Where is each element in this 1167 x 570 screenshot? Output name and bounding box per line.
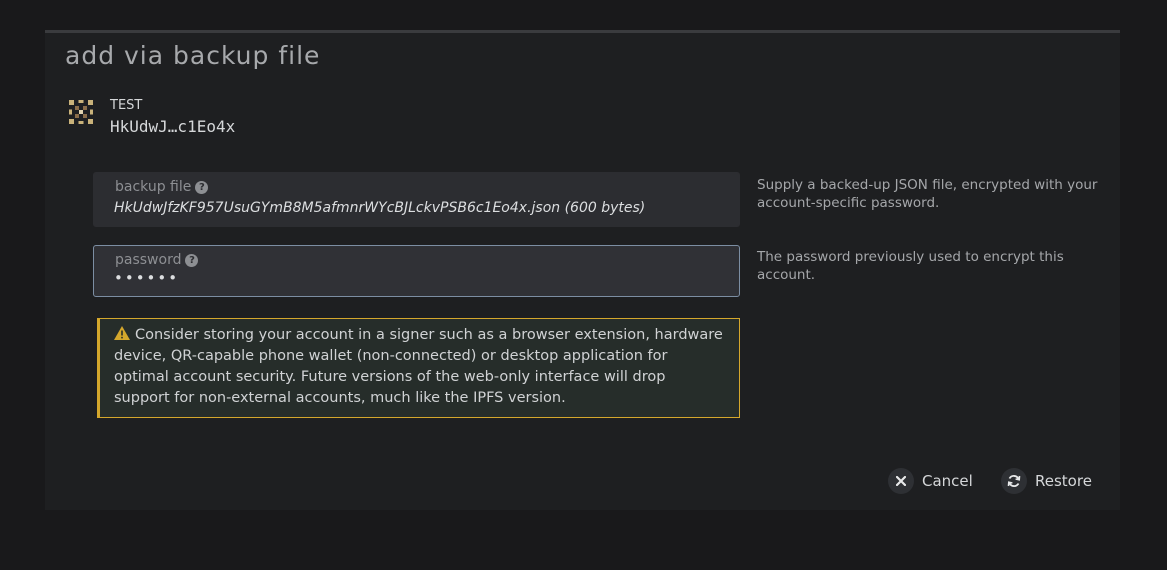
account-display: TEST HkUdwJ…c1Eo4x <box>67 96 235 136</box>
password-input[interactable]: password ? •••••• <box>93 245 740 297</box>
backup-file-value: HkUdwJfzKF957UsuGYmB8M5afmnrWYcBJLckvPSB… <box>114 200 646 216</box>
security-warning: Consider storing your account in a signe… <box>97 318 740 418</box>
backup-file-input[interactable]: backup file ? HkUdwJfzKF957UsuGYmB8M5afm… <box>93 172 740 227</box>
account-name: TEST <box>110 98 143 113</box>
warning-text: Consider storing your account in a signe… <box>114 327 723 406</box>
cancel-button[interactable]: Cancel <box>888 468 973 494</box>
password-label: password <box>115 252 182 268</box>
modal-title: add via backup file <box>65 41 321 70</box>
question-circle-icon[interactable]: ? <box>195 180 209 194</box>
password-value: •••••• <box>114 269 180 287</box>
backup-modal: add via backup file TEST HkUdwJ…c1Eo4x b… <box>45 30 1120 510</box>
password-help: The password previously used to encrypt … <box>757 249 1064 283</box>
identicon-icon <box>69 100 93 124</box>
sync-icon <box>1001 468 1027 494</box>
close-icon <box>888 468 914 494</box>
account-address: HkUdwJ…c1Eo4x <box>110 117 236 136</box>
restore-label: Restore <box>1035 472 1092 490</box>
restore-button[interactable]: Restore <box>1001 468 1092 494</box>
backup-file-help: Supply a backed-up JSON file, encrypted … <box>757 177 1098 211</box>
warning-triangle-icon <box>114 326 130 340</box>
cancel-label: Cancel <box>922 472 973 490</box>
question-circle-icon[interactable]: ? <box>185 253 199 267</box>
backup-file-label: backup file <box>115 179 192 195</box>
